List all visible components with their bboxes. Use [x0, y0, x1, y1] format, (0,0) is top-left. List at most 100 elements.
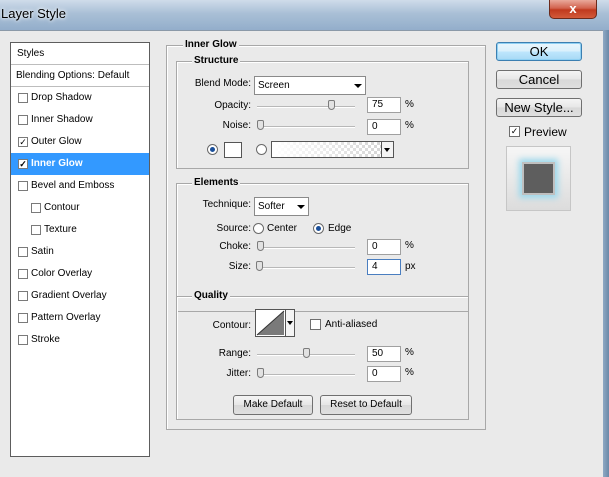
- style-item[interactable]: Stroke: [11, 329, 149, 351]
- title-bar[interactable]: Layer Style x: [0, 0, 609, 30]
- size-input[interactable]: 4: [367, 259, 401, 275]
- style-item-checkbox[interactable]: [18, 93, 28, 103]
- style-item-label: Outer Glow: [31, 136, 82, 147]
- opacity-slider-thumb[interactable]: [328, 100, 335, 110]
- opacity-label: Opacity:: [214, 100, 251, 111]
- style-item-checkbox[interactable]: [18, 247, 28, 257]
- styles-header[interactable]: Styles: [11, 43, 149, 65]
- solid-color-radio[interactable]: [207, 144, 218, 155]
- noise-input[interactable]: 0: [367, 119, 401, 135]
- inner-glow-title: Inner Glow: [183, 39, 239, 50]
- structure-title: Structure: [192, 55, 241, 66]
- jitter-slider-thumb[interactable]: [257, 368, 264, 378]
- style-item-checkbox[interactable]: [18, 313, 28, 323]
- blend-mode-value: Screen: [258, 80, 290, 91]
- source-label: Source:: [216, 223, 251, 234]
- jitter-unit: %: [405, 367, 414, 378]
- source-edge-label: Edge: [328, 223, 352, 234]
- style-item-checkbox[interactable]: ✓: [18, 137, 28, 147]
- reset-to-default-button[interactable]: Reset to Default: [320, 395, 412, 415]
- jitter-input[interactable]: 0: [367, 366, 401, 382]
- style-item-checkbox[interactable]: [31, 203, 41, 213]
- glow-color-swatch[interactable]: [224, 142, 242, 158]
- style-item-label: Pattern Overlay: [31, 312, 101, 323]
- style-item[interactable]: Drop Shadow: [11, 87, 149, 109]
- blend-mode-label: Blend Mode:: [194, 78, 251, 89]
- anti-aliased-checkbox[interactable]: [310, 319, 321, 330]
- style-item[interactable]: Pattern Overlay: [11, 307, 149, 329]
- style-item[interactable]: Inner Shadow: [11, 109, 149, 131]
- ok-button[interactable]: OK: [496, 42, 582, 61]
- new-style-button[interactable]: New Style...: [496, 98, 582, 117]
- noise-slider-thumb[interactable]: [257, 120, 264, 130]
- size-slider-thumb[interactable]: [256, 261, 263, 271]
- choke-unit: %: [405, 240, 414, 251]
- style-preview: [506, 146, 571, 211]
- blending-options-item[interactable]: Blending Options: Default: [11, 65, 149, 87]
- jitter-slider[interactable]: [257, 374, 355, 376]
- opacity-slider[interactable]: [257, 106, 355, 108]
- style-item-label: Inner Shadow: [31, 114, 93, 125]
- style-item[interactable]: Contour: [11, 197, 149, 219]
- style-item[interactable]: Texture: [11, 219, 149, 241]
- noise-label: Noise:: [222, 120, 251, 131]
- elements-title: Elements: [192, 177, 241, 188]
- gradient-radio[interactable]: [256, 144, 267, 155]
- style-item-label: Bevel and Emboss: [31, 180, 115, 191]
- style-item[interactable]: Gradient Overlay: [11, 285, 149, 307]
- style-item-checkbox[interactable]: [18, 269, 28, 279]
- style-item[interactable]: ✓ Outer Glow: [11, 131, 149, 153]
- size-label: Size:: [228, 261, 251, 272]
- range-slider-thumb[interactable]: [303, 348, 310, 358]
- size-unit: px: [405, 261, 416, 272]
- style-item-checkbox[interactable]: [18, 181, 28, 191]
- make-default-button[interactable]: Make Default: [233, 395, 313, 415]
- gradient-picker[interactable]: [271, 141, 394, 158]
- technique-value: Softer: [258, 201, 285, 212]
- style-item[interactable]: Color Overlay: [11, 263, 149, 285]
- close-button[interactable]: x: [549, 0, 597, 19]
- style-item[interactable]: ✓ Inner Glow: [11, 153, 149, 175]
- technique-select[interactable]: Softer: [254, 197, 309, 216]
- chevron-down-icon[interactable]: [285, 309, 295, 337]
- style-item-label: Color Overlay: [31, 268, 93, 279]
- chevron-down-icon[interactable]: [381, 142, 393, 157]
- style-item-label: Drop Shadow: [31, 92, 92, 103]
- style-item-checkbox[interactable]: [18, 291, 28, 301]
- source-center-radio[interactable]: [253, 223, 264, 234]
- source-edge-radio[interactable]: [313, 223, 324, 234]
- style-item-label: Contour: [44, 202, 80, 213]
- noise-slider[interactable]: [257, 126, 355, 128]
- style-item-checkbox[interactable]: ✓: [18, 159, 28, 169]
- style-item-label: Stroke: [31, 334, 60, 345]
- opacity-unit: %: [405, 99, 414, 110]
- style-item[interactable]: Satin: [11, 241, 149, 263]
- style-items: Drop Shadow Inner Shadow ✓ Outer Glow ✓ Inner…: [11, 87, 149, 351]
- style-item-label: Texture: [44, 224, 77, 235]
- size-slider[interactable]: [257, 267, 355, 269]
- technique-label: Technique:: [202, 199, 251, 210]
- blend-mode-select[interactable]: Screen: [254, 76, 366, 95]
- choke-slider[interactable]: [257, 247, 355, 249]
- range-label: Range:: [218, 348, 251, 359]
- contour-label: Contour:: [212, 320, 251, 331]
- preview-thumbnail: [522, 162, 555, 195]
- style-item-checkbox[interactable]: [18, 335, 28, 345]
- opacity-input[interactable]: 75: [367, 97, 401, 113]
- choke-input[interactable]: 0: [367, 239, 401, 255]
- styles-list: Styles Blending Options: Default Drop Sh…: [10, 42, 150, 457]
- contour-curve-icon: [256, 310, 285, 336]
- layer-style-dialog: Styles Blending Options: Default Drop Sh…: [0, 30, 603, 477]
- preview-checkbox[interactable]: ✓: [509, 126, 520, 137]
- source-center-label: Center: [267, 223, 298, 234]
- style-item-label: Inner Glow: [31, 158, 83, 169]
- contour-picker[interactable]: [255, 309, 295, 337]
- cancel-button[interactable]: Cancel: [496, 70, 582, 89]
- style-item[interactable]: Bevel and Emboss: [11, 175, 149, 197]
- window-title: Layer Style: [1, 6, 67, 21]
- range-input[interactable]: 50: [367, 346, 401, 362]
- style-item-label: Satin: [31, 246, 54, 257]
- choke-slider-thumb[interactable]: [257, 241, 264, 251]
- style-item-checkbox[interactable]: [31, 225, 41, 235]
- style-item-checkbox[interactable]: [18, 115, 28, 125]
